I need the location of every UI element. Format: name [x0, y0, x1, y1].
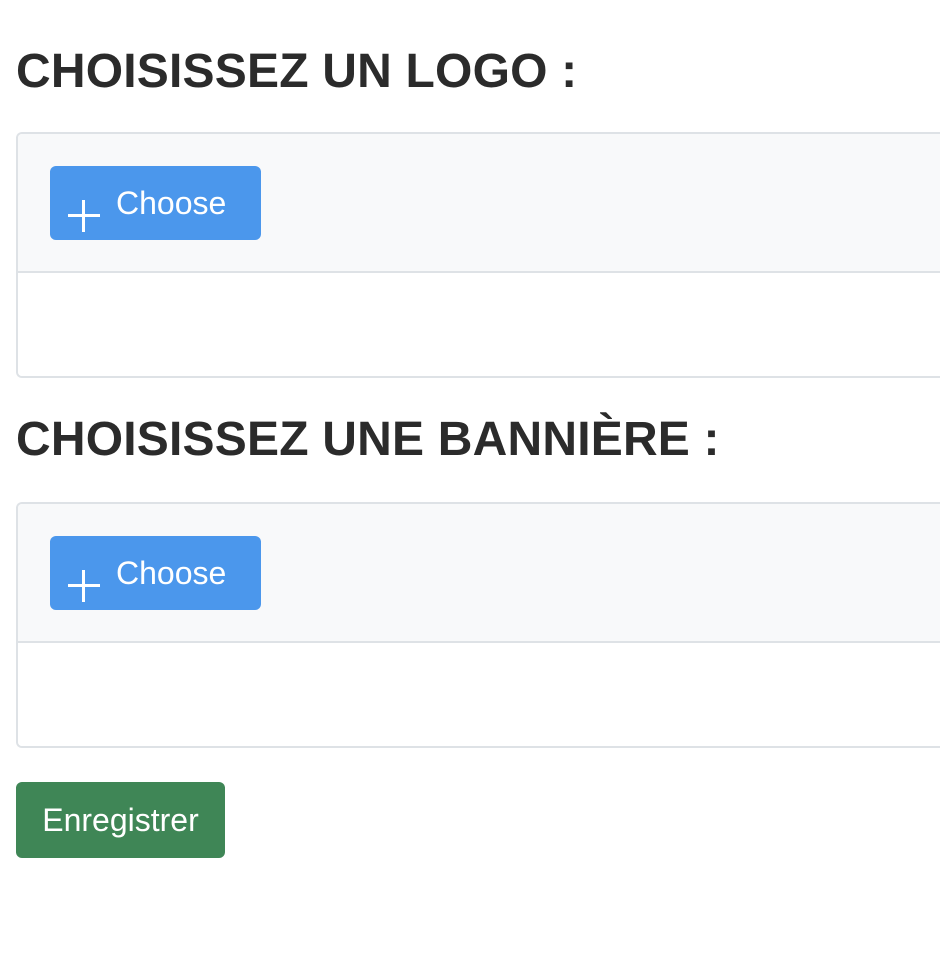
- plus-icon: [68, 200, 100, 232]
- logo-section-title: CHOISISSEZ UN LOGO :: [16, 45, 578, 98]
- banner-upload-panel: Choose: [16, 502, 940, 748]
- logo-upload-toolbar: Choose: [18, 134, 940, 273]
- banner-upload-dropzone[interactable]: [18, 643, 940, 746]
- choose-button-label: Choose: [116, 185, 227, 221]
- logo-upload-panel: Choose: [16, 132, 940, 378]
- logo-choose-button[interactable]: Choose: [50, 166, 261, 240]
- banner-upload-toolbar: Choose: [18, 504, 940, 643]
- plus-icon: [68, 570, 100, 602]
- logo-upload-dropzone[interactable]: [18, 273, 940, 376]
- save-button[interactable]: Enregistrer: [16, 782, 225, 858]
- choose-button-label: Choose: [116, 555, 227, 591]
- banner-section-title: CHOISISSEZ UNE BANNIÈRE :: [16, 413, 720, 466]
- banner-choose-button[interactable]: Choose: [50, 536, 261, 610]
